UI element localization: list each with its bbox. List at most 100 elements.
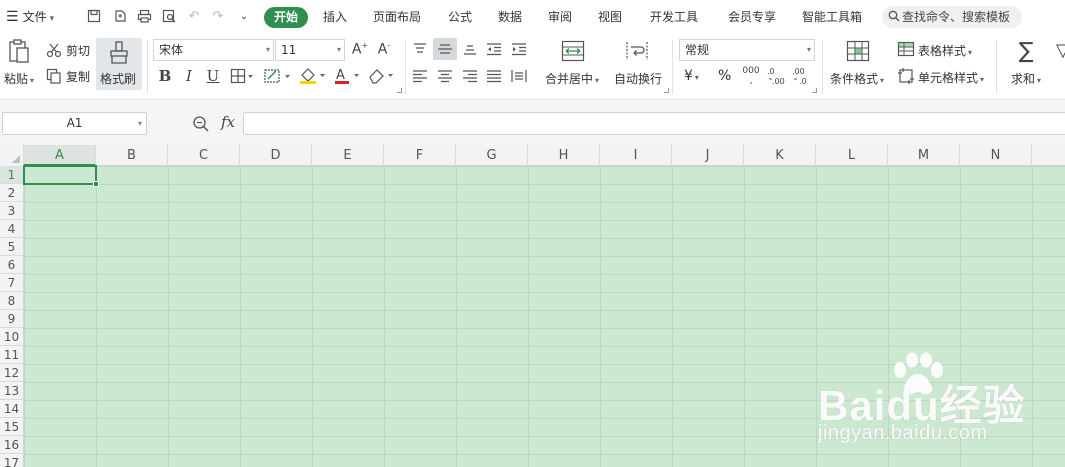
file-menu[interactable]: ☰ 文件 ▾ — [6, 0, 54, 34]
paste-button[interactable]: 粘贴 ▾ — [4, 70, 34, 87]
column-header-f[interactable]: F — [384, 145, 456, 166]
align-middle-icon[interactable] — [437, 42, 453, 56]
tab-developer[interactable]: 开发工具 — [650, 0, 698, 34]
select-all-button[interactable] — [0, 145, 24, 166]
justify-icon[interactable] — [486, 69, 502, 83]
column-header-b[interactable]: B — [96, 145, 168, 166]
print-icon[interactable] — [136, 9, 152, 25]
row-header-6[interactable]: 6 — [0, 256, 23, 274]
underline-button[interactable]: U — [205, 67, 221, 85]
insert-function-button[interactable]: fx — [218, 113, 238, 133]
number-dialog-launcher[interactable] — [812, 88, 817, 93]
row-header-5[interactable]: 5 — [0, 238, 23, 256]
print-preview-icon[interactable] — [161, 9, 177, 25]
column-header-h[interactable]: H — [528, 145, 600, 166]
cell-style-button[interactable]: 单元格样式 ▾ — [918, 69, 984, 86]
increase-decimal-icon[interactable]: .0.00 — [766, 66, 788, 86]
bold-button[interactable]: B — [157, 67, 173, 85]
column-header-d[interactable]: D — [240, 145, 312, 166]
align-bottom-icon[interactable] — [462, 42, 478, 56]
sum-button[interactable]: 求和 ▾ — [1011, 70, 1041, 87]
formula-input[interactable] — [243, 112, 1065, 135]
undo-icon[interactable]: ↶ — [186, 9, 202, 25]
save-icon[interactable] — [86, 9, 102, 25]
decrease-indent-icon[interactable] — [486, 42, 502, 56]
increase-indent-icon[interactable] — [511, 42, 527, 56]
copy-button[interactable]: 复制 — [66, 68, 90, 85]
row-header-4[interactable]: 4 — [0, 220, 23, 238]
active-cell-selection[interactable] — [23, 165, 99, 187]
row-header-16[interactable]: 16 — [0, 436, 23, 454]
font-color-icon[interactable]: A — [333, 66, 363, 86]
row-header-9[interactable]: 9 — [0, 310, 23, 328]
row-header-7[interactable]: 7 — [0, 274, 23, 292]
align-center-icon[interactable] — [437, 69, 453, 83]
number-format-select[interactable]: 常规 ▾ — [679, 39, 815, 61]
row-header-8[interactable]: 8 — [0, 292, 23, 310]
align-left-icon[interactable] — [412, 69, 428, 83]
column-header-overflow[interactable] — [1032, 145, 1065, 166]
fill-color-icon[interactable] — [298, 66, 328, 86]
align-right-icon[interactable] — [462, 69, 478, 83]
filter-icon[interactable]: ▽ — [1056, 40, 1065, 62]
decrease-font-icon[interactable]: A- — [375, 41, 393, 59]
tab-insert[interactable]: 插入 — [323, 0, 347, 34]
row-header-2[interactable]: 2 — [0, 184, 23, 202]
tab-page-layout[interactable]: 页面布局 — [373, 0, 421, 34]
tab-formulas[interactable]: 公式 — [448, 0, 472, 34]
tab-member[interactable]: 会员专享 — [728, 0, 776, 34]
column-header-e[interactable]: E — [312, 145, 384, 166]
currency-button[interactable]: ¥ ▾ — [684, 68, 699, 84]
format-painter-button[interactable]: 格式刷 — [96, 38, 142, 90]
font-dialog-launcher[interactable] — [397, 88, 402, 93]
font-name-select[interactable]: 宋体 ▾ — [153, 39, 274, 61]
column-header-c[interactable]: C — [168, 145, 240, 166]
tab-home[interactable]: 开始 — [264, 7, 308, 28]
conditional-format-button[interactable]: 条件格式 ▾ — [830, 70, 884, 87]
thousands-separator-button[interactable]: 000, — [740, 66, 762, 86]
row-header-12[interactable]: 12 — [0, 364, 23, 382]
tab-review[interactable]: 审阅 — [548, 0, 572, 34]
align-top-icon[interactable] — [412, 42, 428, 56]
eraser-icon[interactable] — [367, 66, 397, 86]
tab-view[interactable]: 视图 — [598, 0, 622, 34]
decrease-decimal-icon[interactable]: .00.0 — [791, 66, 813, 86]
percent-button[interactable]: % — [718, 68, 731, 84]
cell-style-icon[interactable] — [263, 68, 293, 84]
column-header-k[interactable]: K — [744, 145, 816, 166]
row-header-3[interactable]: 3 — [0, 202, 23, 220]
export-icon[interactable] — [112, 9, 128, 25]
row-header-1[interactable]: 1 — [0, 166, 23, 184]
italic-button[interactable]: I — [181, 67, 197, 85]
worksheet-grid[interactable]: ABCDEFGHIJKLMN 1 2 3 4 5 6 7 8 9 10 11 12 13 14 15 16 17 — [0, 145, 1065, 467]
row-header-11[interactable]: 11 — [0, 346, 23, 364]
tab-smart-toolbox[interactable]: 智能工具箱 — [802, 0, 862, 34]
customize-toolbar-icon[interactable]: ⌄ — [236, 9, 252, 25]
row-header-15[interactable]: 15 — [0, 418, 23, 436]
merge-center-button[interactable]: 合并居中 ▾ — [545, 70, 599, 87]
column-header-m[interactable]: M — [888, 145, 960, 166]
column-header-g[interactable]: G — [456, 145, 528, 166]
column-header-a[interactable]: A — [24, 145, 96, 166]
command-search-input[interactable]: 查找命令、搜索模板 — [882, 6, 1022, 28]
fill-handle[interactable] — [93, 181, 99, 187]
distributed-align-icon[interactable] — [511, 69, 527, 83]
alignment-dialog-launcher[interactable] — [664, 88, 669, 93]
cut-button[interactable]: 剪切 — [66, 42, 90, 59]
increase-font-icon[interactable]: A+ — [351, 41, 369, 59]
table-style-button[interactable]: 表格样式 ▾ — [918, 42, 972, 59]
column-header-n[interactable]: N — [960, 145, 1032, 166]
row-header-14[interactable]: 14 — [0, 400, 23, 418]
row-header-10[interactable]: 10 — [0, 328, 23, 346]
row-header-17[interactable]: 17 — [0, 454, 23, 467]
zoom-icon[interactable] — [192, 115, 210, 133]
redo-icon[interactable]: ↷ — [210, 9, 226, 25]
tab-data[interactable]: 数据 — [498, 0, 522, 34]
column-header-i[interactable]: I — [600, 145, 672, 166]
border-icon[interactable] — [230, 68, 254, 84]
column-header-l[interactable]: L — [816, 145, 888, 166]
wrap-text-button[interactable]: 自动换行 — [614, 70, 662, 87]
name-box[interactable]: A1 ▾ — [2, 112, 147, 135]
column-header-j[interactable]: J — [672, 145, 744, 166]
paste-icon[interactable] — [6, 38, 32, 66]
